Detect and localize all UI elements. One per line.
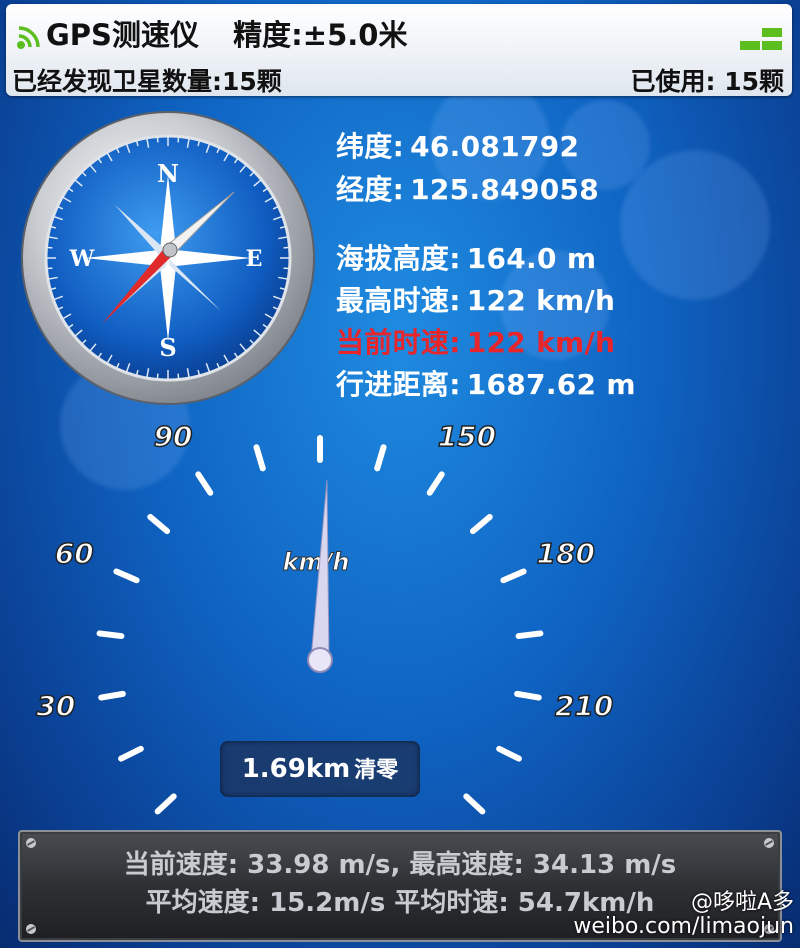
gauge-tick: [515, 630, 544, 640]
compass-icon: N S E W: [21, 111, 315, 405]
screw-icon: [26, 924, 36, 934]
gauge-label: 150: [438, 420, 496, 453]
compass-east: E: [246, 246, 263, 272]
current-speed-value: 122 km/h: [466, 326, 616, 359]
satellites-found: 已经发现卫星数量:15颗: [12, 62, 282, 98]
current-speed-row: 当前时速: 122 km/h: [336, 321, 615, 361]
menu-grid-icon[interactable]: [740, 26, 784, 52]
distance-label: 行进距离:: [336, 368, 461, 401]
gauge-tick: [496, 745, 522, 762]
signal-icon: [17, 26, 40, 49]
gauge-tick: [195, 471, 214, 496]
used-label: 已使用:: [630, 67, 716, 96]
stats-line-1: 当前速度: 33.98 m/s, 最高速度: 34.13 m/s: [123, 850, 677, 880]
gauge-tick: [98, 690, 126, 701]
watermark-url: weibo.com/limaojun: [573, 914, 794, 939]
gauge-tick: [253, 444, 266, 472]
compass-west: W: [69, 246, 95, 272]
title-bar: GPS测速仪 精度:±5.0米 已经发现卫星数量:15颗 已使用: 15颗: [6, 4, 792, 96]
clear-label: 清零: [354, 758, 399, 783]
compass-tick: [177, 136, 180, 143]
compass-south: S: [159, 333, 176, 362]
gauge-tick: [96, 630, 125, 640]
compass-tick: [283, 267, 290, 270]
compass-tick: [46, 246, 53, 249]
trip-reset-button[interactable]: 1.69km 清零: [220, 741, 420, 797]
compass-tick: [46, 267, 53, 270]
satellites-used: 已使用: 15颗: [630, 62, 784, 98]
compass-north: N: [157, 159, 179, 188]
gauge-needle: [307, 480, 333, 673]
app-title: GPS测速仪 精度:±5.0米: [46, 12, 407, 54]
altitude-label: 海拔高度:: [336, 242, 461, 275]
accuracy-value: ±5.0米: [302, 18, 408, 52]
gauge-tick: [118, 745, 144, 762]
trip-distance: 1.69km: [241, 754, 351, 784]
latitude-row: 纬度: 46.081792: [336, 125, 579, 165]
satellites-label: 已经发现卫星数量:: [12, 67, 222, 96]
max-speed-label: 最高时速:: [336, 284, 461, 317]
longitude-value: 125.849058: [410, 173, 600, 206]
satellites-value: 15颗: [222, 67, 282, 96]
gauge-tick: [154, 793, 177, 815]
distance-row: 行进距离: 1687.62 m: [336, 363, 636, 403]
gauge-unit: km/h: [283, 548, 350, 576]
bokeh-light: [620, 150, 770, 300]
watermark-handle: @哆啦A多: [690, 890, 794, 915]
gauge-tick: [500, 568, 527, 584]
gauge-label: 210: [555, 689, 613, 722]
gauge-tick: [426, 471, 445, 496]
compass-tick: [156, 373, 159, 380]
compass-tick: [156, 136, 159, 143]
accuracy-label: 精度:: [233, 18, 303, 52]
gauge-tick: [147, 513, 171, 535]
altitude-value: 164.0 m: [466, 242, 597, 275]
gauge-tick: [374, 444, 387, 472]
max-speed-row: 最高时速: 122 km/h: [336, 279, 615, 319]
gauge-label: 30: [36, 689, 75, 722]
latitude-value: 46.081792: [410, 130, 580, 163]
gauge-tick: [463, 793, 486, 815]
gauge-label: 180: [537, 537, 595, 570]
current-speed-label: 当前时速:: [336, 326, 461, 359]
compass-tick: [177, 373, 180, 380]
altitude-row: 海拔高度: 164.0 m: [336, 237, 596, 277]
longitude-row: 经度: 125.849058: [336, 168, 599, 208]
gauge-tick: [113, 568, 140, 584]
gauge-label: 60: [55, 537, 94, 570]
latitude-label: 纬度:: [336, 130, 405, 163]
max-speed-value: 122 km/h: [466, 284, 616, 317]
gauge-tick: [514, 690, 542, 701]
gauge-tick: [469, 513, 493, 535]
compass-tick: [283, 246, 290, 249]
gauge-label: 90: [154, 420, 193, 453]
distance-value: 1687.62 m: [466, 368, 636, 401]
used-value: 15颗: [724, 67, 784, 96]
app-name: GPS测速仪: [46, 18, 199, 52]
gauge-needle-hub: [307, 647, 333, 673]
longitude-label: 经度:: [336, 173, 405, 206]
